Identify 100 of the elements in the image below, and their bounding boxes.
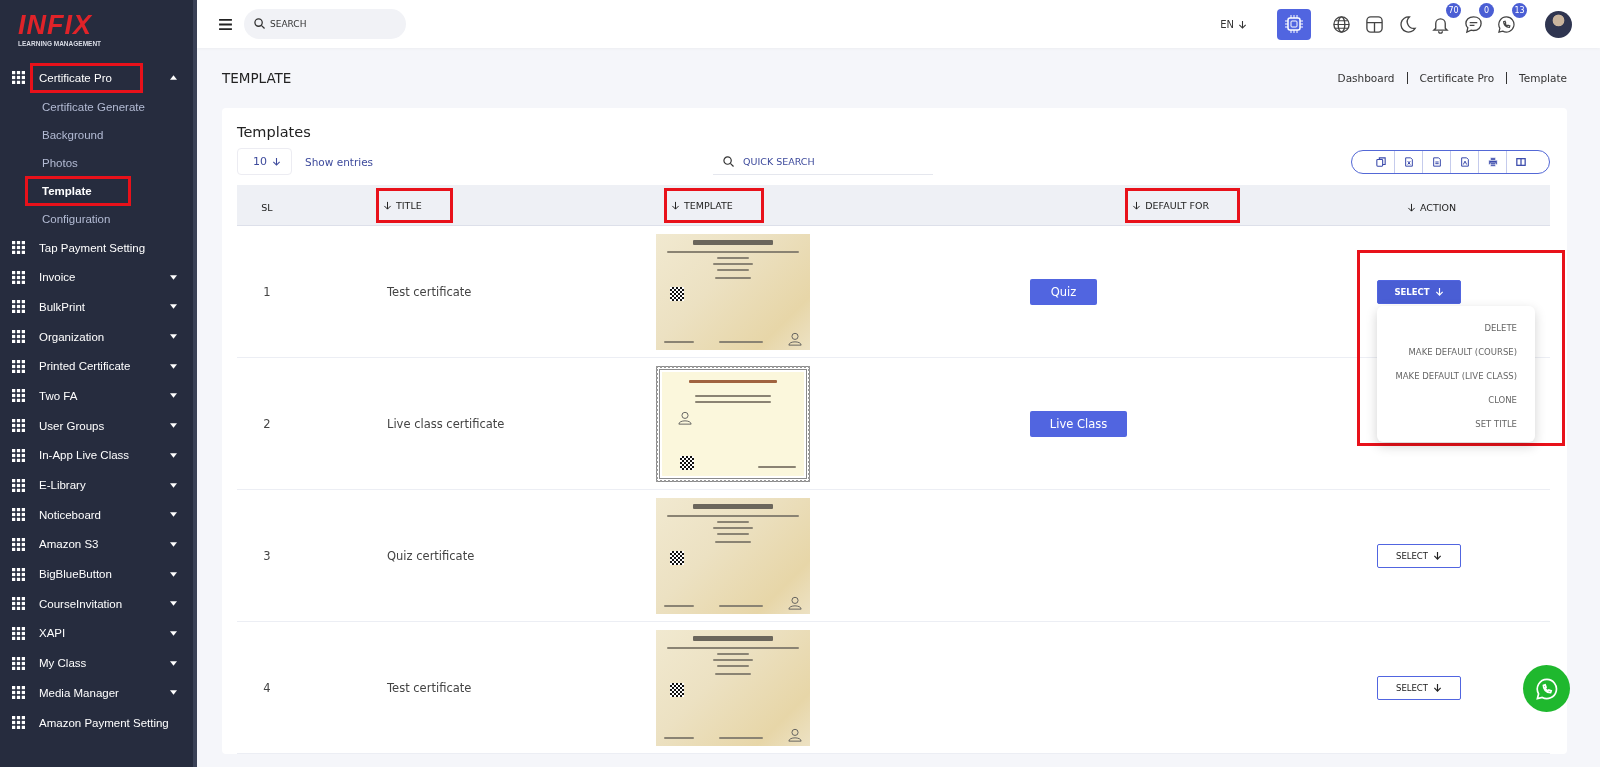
sidebar-subitem[interactable]: Certificate Generate [42,100,145,113]
sidebar-item[interactable]: E-Library [39,479,170,492]
avatar[interactable] [1545,10,1572,38]
sidebar-item[interactable]: Amazon Payment Setting [39,716,177,729]
chip-icon [1284,14,1304,34]
sidebar-item[interactable]: Noticeboard [39,508,170,521]
sidebar-item[interactable]: BigBlueButton [39,568,170,581]
sort-arrow-icon [383,200,392,210]
serial-number: 2 [263,416,271,431]
select-dropdown-button[interactable]: SELECT [1377,279,1461,304]
grid-icon [12,71,25,85]
template-title: Quiz certificate [386,548,476,563]
grid-icon [12,656,25,670]
menu-item[interactable]: DELETE [1466,315,1535,340]
sort-arrow-icon [1132,200,1142,210]
grid-icon [12,508,25,522]
layout-icon[interactable] [1365,14,1384,34]
printer-icon [1487,156,1498,167]
grid-icon [12,537,25,551]
entries-select[interactable]: 10 [237,148,292,175]
arrow-down-icon [1434,287,1444,296]
menu-item[interactable]: MAKE DEFAULT (COURSE) [1390,339,1535,364]
sidebar-item[interactable]: XAPI [39,627,170,640]
sidebar-item[interactable]: Certificate Pro [33,65,140,90]
select-dropdown-button[interactable]: SELECT [1377,675,1461,700]
globe-icon[interactable] [1332,14,1351,34]
phone-chat-icon [1534,676,1559,701]
menu-item[interactable]: CLONE [1470,387,1535,412]
column-header[interactable]: ACTION [1407,201,1457,213]
serial-number: 3 [263,548,271,563]
language-selector[interactable]: EN [1220,18,1234,30]
sidebar-item[interactable]: CourseInvitation [39,597,170,610]
sidebar-item[interactable]: Invoice [39,271,170,284]
breadcrumb-link[interactable]: Template [1506,72,1567,84]
logo-wordmark: INFIX [18,10,93,40]
arrow-down-icon [1238,19,1247,29]
sidebar-item[interactable]: In-App Live Class [39,449,170,462]
moon-icon[interactable] [1398,14,1417,34]
sidebar-subitem[interactable]: Photos [42,156,78,169]
file-icon [1459,156,1470,167]
column-header[interactable]: TITLE [379,190,450,220]
copy-icon [1375,156,1386,167]
sidebar-item[interactable]: Printed Certificate [39,360,170,373]
default-for-badge: Quiz [1030,278,1097,305]
template-title: Test certificate [386,680,473,695]
sidebar-item[interactable]: Two FA [39,389,170,402]
serial-number: 4 [263,680,271,695]
template-title: Live class certificate [386,416,506,431]
grid-icon [12,419,25,433]
sidebar-item[interactable]: User Groups [39,419,170,432]
card-title: Templates [237,124,312,140]
select-dropdown-button[interactable]: SELECT [1377,543,1461,568]
sidebar-subitem[interactable]: Template [28,178,128,203]
template-title: Test certificate [386,284,473,299]
sort-arrow-icon [671,200,680,210]
menu-item[interactable]: MAKE DEFAULT (LIVE CLASS) [1377,363,1535,388]
grid-icon [12,270,25,284]
phone-chat-icon[interactable] [1497,14,1516,34]
column-header[interactable]: TEMPLATE [667,190,761,220]
arrow-down-icon [1433,683,1442,692]
grid-icon [12,448,25,462]
grid-icon [12,626,25,640]
breadcrumb-link[interactable]: Dashboard [1337,72,1395,84]
menu-item[interactable]: SET TITLE [1457,411,1535,436]
default-for-badge: Live Class [1030,410,1127,437]
search-icon [723,155,735,167]
serial-number: 1 [263,284,271,299]
breadcrumb-link[interactable]: Certificate Pro [1406,72,1495,84]
grid-icon [12,241,25,255]
grid-icon [12,389,25,403]
grid-icon [12,478,25,492]
menu-icon[interactable] [219,18,232,30]
sidebar-item[interactable]: Tap Payment Setting [39,241,177,254]
arrow-down-icon [272,157,281,166]
search-icon [254,18,265,29]
chat-icon[interactable] [1464,14,1483,34]
sidebar-subitem[interactable]: Background [42,128,104,141]
sidebar-item[interactable]: Organization [39,330,170,343]
grid-icon [12,686,25,700]
grid-icon [12,330,25,344]
file-icon [1431,156,1442,167]
grid-icon [12,567,25,581]
sidebar-item[interactable]: Amazon S3 [39,538,170,551]
grid-icon [12,716,25,730]
search-field[interactable]: SEARCH [244,9,406,39]
entries-label: Show entries [305,155,374,168]
arrow-down-icon [1433,551,1442,560]
column-header: SL [261,201,273,213]
grid-icon [12,300,25,314]
whatsapp-badge: 13 [1512,2,1527,18]
grid-icon [12,359,25,373]
sidebar-item[interactable]: My Class [39,657,170,670]
file-icon [1403,156,1414,167]
sidebar-subitem[interactable]: Configuration [42,212,111,225]
grid-icon [12,597,25,611]
sidebar-item[interactable]: Media Manager [39,686,170,699]
ai-button[interactable] [1277,8,1311,40]
page-title: TEMPLATE [222,70,293,86]
sidebar-item[interactable]: BulkPrint [39,300,170,313]
message-badge: 0 [1479,2,1494,18]
